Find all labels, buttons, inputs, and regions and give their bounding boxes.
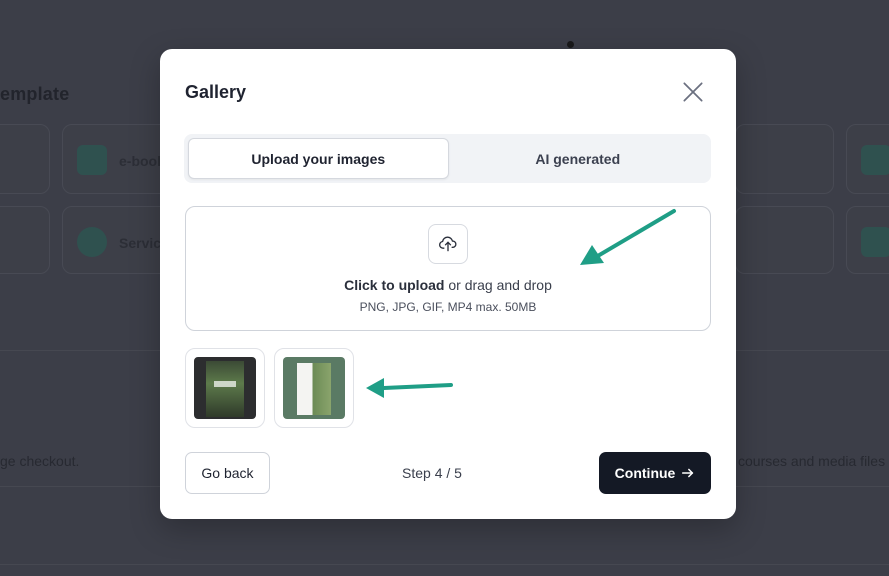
thumbnail-item[interactable] bbox=[274, 348, 354, 428]
tab-ai-generated[interactable]: AI generated bbox=[449, 138, 708, 179]
tab-upload-your-images[interactable]: Upload your images bbox=[188, 138, 449, 179]
close-button[interactable] bbox=[680, 79, 706, 105]
thumbnail-item[interactable] bbox=[185, 348, 265, 428]
image-thumbnail bbox=[194, 357, 256, 419]
continue-button[interactable]: Continue bbox=[599, 452, 711, 494]
image-thumbnail bbox=[283, 357, 345, 419]
step-indicator: Step 4 / 5 bbox=[402, 465, 462, 481]
thumbnail-list bbox=[185, 348, 354, 428]
close-icon bbox=[683, 82, 703, 102]
upload-icon-button[interactable] bbox=[428, 224, 468, 264]
arrow-right-icon bbox=[682, 468, 694, 478]
upload-dropzone[interactable]: Click to upload or drag and drop PNG, JP… bbox=[185, 206, 711, 331]
gallery-tabs: Upload your images AI generated bbox=[184, 134, 711, 183]
dropzone-instruction-rest: or drag and drop bbox=[444, 277, 552, 293]
dropzone-file-hint: PNG, JPG, GIF, MP4 max. 50MB bbox=[359, 300, 537, 314]
continue-label: Continue bbox=[614, 465, 676, 481]
gallery-modal: Gallery Upload your images AI generated … bbox=[160, 49, 736, 519]
click-to-upload-link[interactable]: Click to upload bbox=[344, 277, 444, 293]
modal-title: Gallery bbox=[185, 82, 247, 102]
go-back-button[interactable]: Go back bbox=[185, 452, 270, 494]
cloud-upload-icon bbox=[439, 236, 457, 252]
dropzone-instruction: Click to upload or drag and drop bbox=[186, 277, 710, 293]
